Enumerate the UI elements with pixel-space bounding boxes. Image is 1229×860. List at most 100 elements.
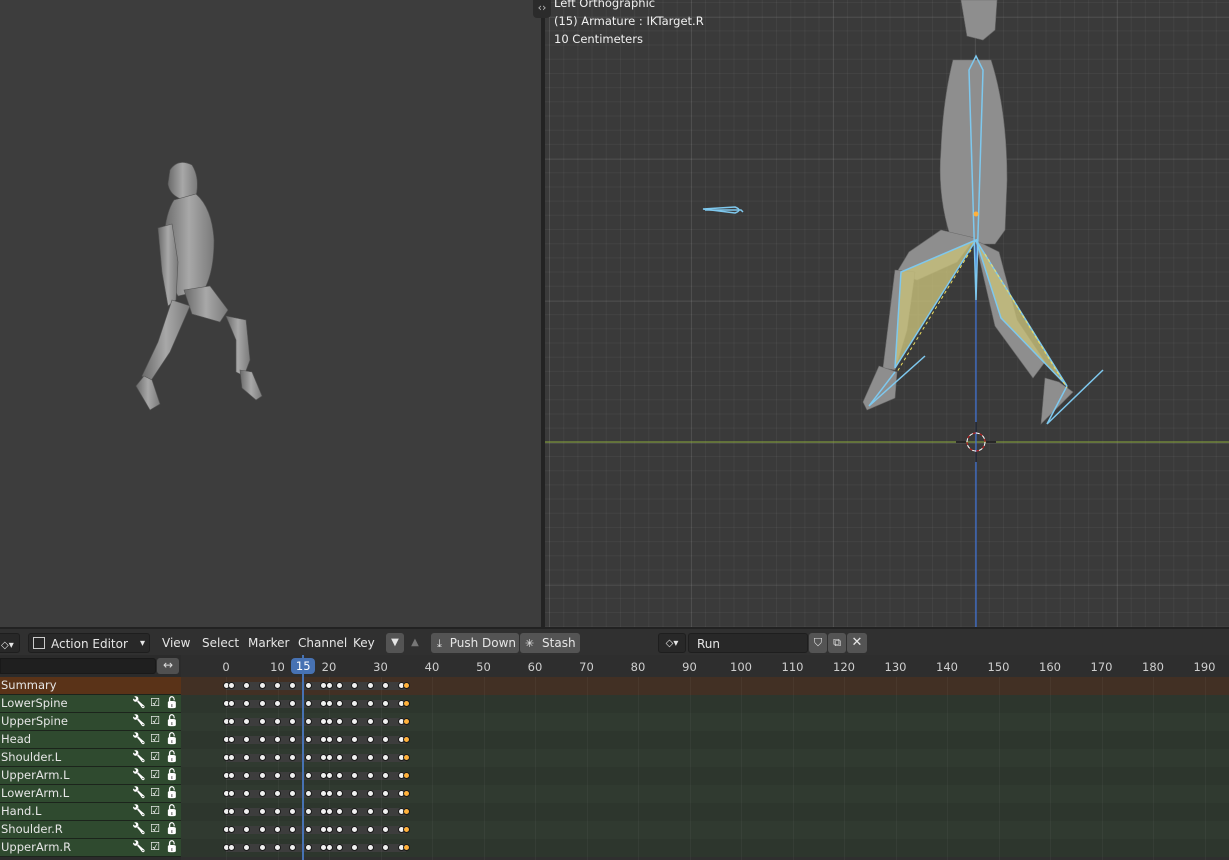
checkbox-icon[interactable]: ☑ (149, 841, 161, 853)
action-name-field[interactable]: Run (688, 633, 808, 653)
keyframe[interactable] (366, 844, 374, 851)
lock-icon[interactable]: 🔓 (165, 841, 179, 853)
keyframe[interactable] (402, 808, 410, 815)
keyframe[interactable] (402, 790, 410, 797)
keyframe[interactable] (227, 808, 235, 815)
keyframe-row[interactable] (181, 821, 1229, 839)
wrench-icon[interactable]: 🔧 (132, 841, 146, 853)
keyframe[interactable] (335, 772, 343, 779)
keyframe[interactable] (335, 736, 343, 743)
keyframe[interactable] (402, 718, 410, 725)
keyframe[interactable] (366, 790, 374, 797)
keyframe[interactable] (366, 718, 374, 725)
channel-group-row[interactable]: LowerArm.L 🔧 ☑ 🔓 (0, 785, 181, 803)
playhead[interactable] (302, 655, 305, 860)
keyframe[interactable] (258, 682, 266, 689)
keyframe[interactable] (258, 700, 266, 707)
lock-icon[interactable]: 🔓 (165, 697, 179, 709)
channel-search-input[interactable] (0, 658, 156, 674)
keyframe[interactable] (366, 772, 374, 779)
checkbox-icon[interactable]: ☑ (149, 697, 161, 709)
menu-marker[interactable]: Marker (242, 633, 295, 653)
keyframe[interactable] (227, 772, 235, 779)
keyframe[interactable] (227, 682, 235, 689)
keyframe[interactable] (335, 754, 343, 761)
keyframe[interactable] (304, 844, 312, 851)
checkbox-icon[interactable]: ☑ (149, 715, 161, 727)
dope-sheet-timeline[interactable]: 0 10 20 30 40 50 60 70 80 90 100 110 120 130 140 150 160… (181, 655, 1229, 860)
checkbox-icon[interactable]: ☑ (149, 733, 161, 745)
keyframe[interactable] (335, 700, 343, 707)
channel-group-row[interactable]: UpperArm.R 🔧 ☑ 🔓 (0, 839, 181, 857)
action-browse-dropdown[interactable]: ◇▾ (658, 633, 686, 653)
keyframe[interactable] (227, 736, 235, 743)
keyframe-row[interactable] (181, 785, 1229, 803)
lock-icon[interactable]: 🔓 (165, 751, 179, 763)
lock-icon[interactable]: 🔓 (165, 769, 179, 781)
keyframe[interactable] (335, 826, 343, 833)
channel-summary[interactable]: Summary (0, 677, 181, 695)
keyframe[interactable] (227, 718, 235, 725)
keyframe[interactable] (227, 700, 235, 707)
keyframe[interactable] (335, 844, 343, 851)
keyframe[interactable] (366, 682, 374, 689)
keyframe[interactable] (227, 826, 235, 833)
channel-group-row[interactable]: Shoulder.R 🔧 ☑ 🔓 (0, 821, 181, 839)
keyframe[interactable] (258, 754, 266, 761)
wrench-icon[interactable]: 🔧 (132, 787, 146, 799)
keyframe[interactable] (304, 718, 312, 725)
left-3d-viewport[interactable] (0, 0, 541, 627)
swap-filter-button[interactable]: ↔ (157, 658, 179, 674)
keyframe[interactable] (258, 736, 266, 743)
keyframe[interactable] (402, 754, 410, 761)
keyframe-row[interactable] (181, 731, 1229, 749)
keyframe[interactable] (227, 790, 235, 797)
keyframe[interactable] (227, 844, 235, 851)
keyframe[interactable] (366, 700, 374, 707)
keyframe[interactable] (304, 754, 312, 761)
current-frame-badge[interactable]: 15 (291, 658, 316, 674)
keyframe[interactable] (402, 736, 410, 743)
lock-icon[interactable]: 🔓 (165, 823, 179, 835)
wrench-icon[interactable]: 🔧 (132, 697, 146, 709)
mode-dropdown[interactable]: Action Editor ▾ (28, 633, 150, 653)
unlink-action-button[interactable]: ✕ (847, 633, 867, 653)
keyframe-row[interactable] (181, 677, 1229, 695)
keyframe[interactable] (402, 772, 410, 779)
wrench-icon[interactable]: 🔧 (132, 823, 146, 835)
keyframe[interactable] (335, 790, 343, 797)
keyframe[interactable] (402, 700, 410, 707)
menu-view[interactable]: View (156, 633, 196, 653)
area-split-arrows-icon[interactable]: ‹› (533, 0, 551, 18)
keyframe-row[interactable] (181, 839, 1229, 857)
keyframe[interactable] (304, 772, 312, 779)
keyframe[interactable] (402, 826, 410, 833)
checkbox-icon[interactable]: ☑ (149, 787, 161, 799)
channel-group-row[interactable]: LowerSpine 🔧 ☑ 🔓 (0, 695, 181, 713)
wrench-icon[interactable]: 🔧 (132, 733, 146, 745)
frame-ruler[interactable]: 0 10 20 30 40 50 60 70 80 90 100 110 120 130 140 150 160… (181, 655, 1229, 677)
keyframe-area[interactable] (181, 677, 1229, 860)
keyframe[interactable] (258, 790, 266, 797)
fake-user-button[interactable]: ⛉ (809, 633, 827, 653)
keyframe-row[interactable] (181, 695, 1229, 713)
layer-down-button[interactable]: ▼ (386, 633, 404, 653)
channel-group-row[interactable]: Hand.L 🔧 ☑ 🔓 (0, 803, 181, 821)
keyframe[interactable] (258, 772, 266, 779)
keyframe[interactable] (335, 682, 343, 689)
keyframe[interactable] (402, 844, 410, 851)
keyframe[interactable] (227, 754, 235, 761)
push-down-button[interactable]: ⤓ Push Down (431, 633, 519, 653)
channel-group-row[interactable]: Head 🔧 ☑ 🔓 (0, 731, 181, 749)
wrench-icon[interactable]: 🔧 (132, 805, 146, 817)
keyframe-row[interactable] (181, 803, 1229, 821)
keyframe[interactable] (366, 826, 374, 833)
channel-group-row[interactable]: Shoulder.L 🔧 ☑ 🔓 (0, 749, 181, 767)
keyframe[interactable] (304, 826, 312, 833)
wrench-icon[interactable]: 🔧 (132, 715, 146, 727)
editor-type-dropdown[interactable]: ◇▾ (0, 633, 20, 653)
checkbox-icon[interactable]: ☑ (149, 823, 161, 835)
keyframe[interactable] (366, 754, 374, 761)
checkbox-icon[interactable]: ☑ (149, 805, 161, 817)
keyframe[interactable] (258, 844, 266, 851)
